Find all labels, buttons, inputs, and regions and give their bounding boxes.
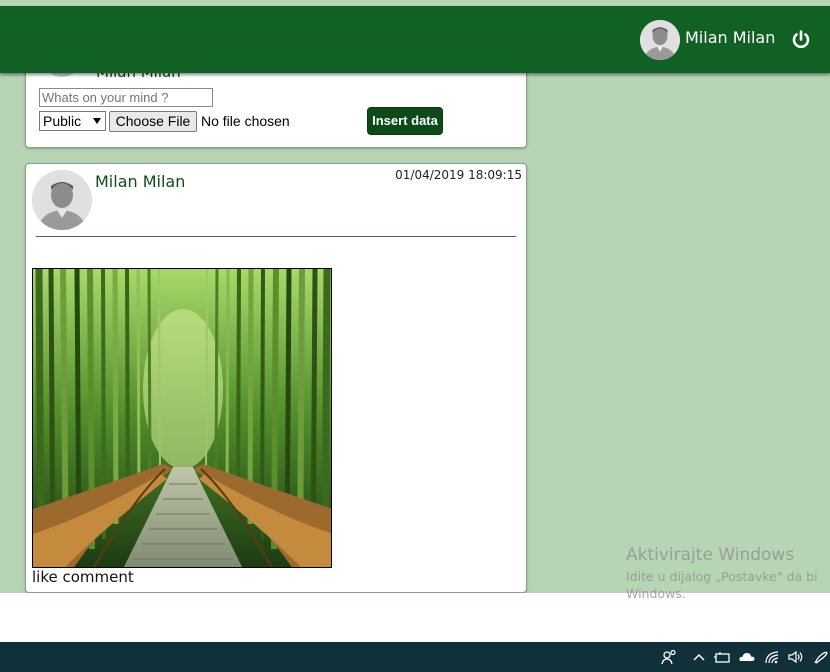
- people-icon[interactable]: [660, 649, 678, 665]
- windows-taskbar: [0, 642, 830, 672]
- volume-icon[interactable]: [787, 649, 805, 665]
- post-card: Milan Milan 01/04/2019 18:09:15 like com…: [25, 163, 527, 593]
- visibility-selected-value: Public: [43, 113, 82, 129]
- post-image[interactable]: [32, 268, 332, 568]
- choose-file-button[interactable]: Choose File: [109, 111, 197, 132]
- status-text-input[interactable]: [39, 88, 213, 107]
- watermark-line2: Windows.: [626, 586, 686, 601]
- wifi-icon[interactable]: [764, 649, 782, 665]
- user-avatar-icon[interactable]: [640, 20, 680, 60]
- windows-activation-watermark: Aktivirajte Windows Idite u dijalog „Pos…: [626, 545, 818, 601]
- post-author-name[interactable]: Milan Milan: [95, 172, 185, 191]
- dropdown-arrow-icon: [93, 118, 101, 124]
- post-actions: like comment: [32, 568, 134, 586]
- page-background: Milan Milan Public Choose File No file c…: [0, 0, 830, 593]
- user-avatar-icon[interactable]: [32, 170, 92, 230]
- power-icon[interactable]: [790, 29, 812, 51]
- onedrive-cloud-icon[interactable]: [738, 649, 756, 665]
- like-link[interactable]: like: [32, 568, 58, 586]
- pen-icon[interactable]: [812, 649, 830, 665]
- header-user-name[interactable]: Milan Milan: [685, 28, 775, 47]
- comment-link[interactable]: comment: [63, 568, 134, 586]
- post-divider: [36, 236, 516, 237]
- visibility-select[interactable]: Public: [39, 111, 106, 131]
- post-timestamp: 01/04/2019 18:09:15: [395, 168, 522, 182]
- chevron-up-icon[interactable]: [690, 649, 708, 665]
- bamboo-forest-photo: [33, 269, 331, 567]
- insert-data-button[interactable]: Insert data: [367, 107, 443, 135]
- watermark-line1: Idite u dijalog „Postavke" da bi: [626, 569, 818, 584]
- network-device-icon[interactable]: [713, 649, 731, 665]
- file-status-text: No file chosen: [201, 113, 290, 129]
- watermark-title: Aktivirajte Windows: [626, 545, 795, 565]
- top-header-bar: Milan Milan: [0, 6, 830, 73]
